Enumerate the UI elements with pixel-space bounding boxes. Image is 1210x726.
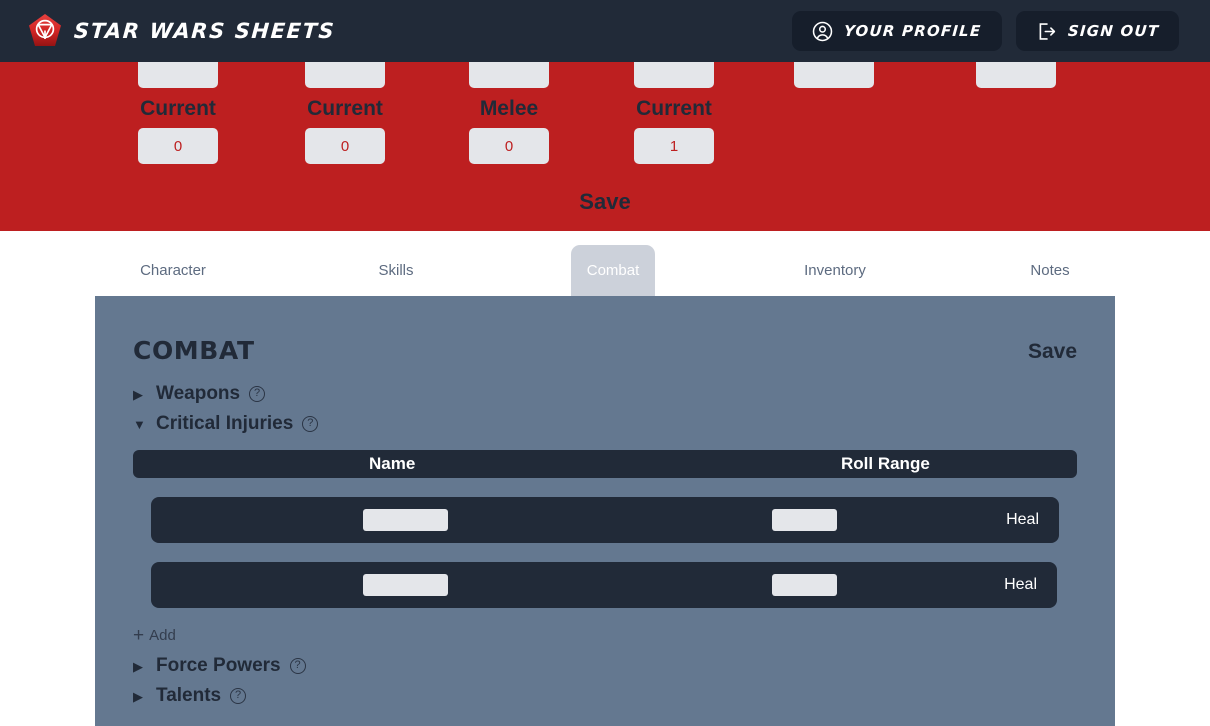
help-icon[interactable]: ? xyxy=(289,658,306,674)
add-critical-injury-button[interactable]: + Add xyxy=(133,625,176,646)
stat-field-0: Current xyxy=(138,52,218,164)
page-title: COMBAT xyxy=(133,336,255,365)
tab-combat[interactable]: Combat xyxy=(571,245,655,296)
tab-skills[interactable]: Skills xyxy=(338,244,454,296)
table-row: Heal xyxy=(151,497,1059,543)
section-force-powers[interactable]: ▶ Force Powers ? xyxy=(133,652,1077,680)
section-critical-injuries[interactable]: ▼ Critical Injuries ? xyxy=(133,410,1077,438)
heal-button[interactable]: Heal xyxy=(1006,511,1039,529)
chevron-right-icon: ▶ xyxy=(133,688,143,704)
tab-inventory[interactable]: Inventory xyxy=(777,244,893,296)
sign-out-icon xyxy=(1039,22,1055,40)
star-wars-sheets-logo-icon xyxy=(29,14,61,46)
user-circle-icon xyxy=(813,21,833,41)
chevron-right-icon: ▶ xyxy=(133,386,143,402)
table-row: Heal xyxy=(151,562,1057,608)
stat-label-3: Current xyxy=(636,97,712,120)
combat-save-button[interactable]: Save xyxy=(1028,340,1077,364)
section-weapons-label: Weapons xyxy=(156,383,241,404)
section-weapons[interactable]: ▶ Weapons ? xyxy=(133,380,1077,408)
help-icon[interactable]: ? xyxy=(230,688,247,704)
brand: STAR WARS SHEETS xyxy=(28,13,337,49)
stat-input-value-2[interactable] xyxy=(469,128,549,164)
stat-field-1: Current xyxy=(305,52,385,164)
stat-field-2: Melee xyxy=(469,52,549,164)
add-label: Add xyxy=(149,627,176,644)
tab-notes[interactable]: Notes xyxy=(992,244,1108,296)
stat-field-3: Current xyxy=(634,52,714,164)
stat-label-0: Current xyxy=(140,97,216,120)
stat-input-value-0[interactable] xyxy=(138,128,218,164)
critical-injury-roll-range-input[interactable] xyxy=(772,509,837,531)
column-header-roll-range: Roll Range xyxy=(841,454,930,473)
column-header-name: Name xyxy=(369,454,416,473)
app-header: STAR WARS SHEETS YOUR PROFILE SIGN OUT xyxy=(0,0,1210,62)
section-talents[interactable]: ▶ Talents ? xyxy=(133,682,1077,710)
heal-button[interactable]: Heal xyxy=(1004,576,1037,594)
chevron-right-icon: ▶ xyxy=(133,658,143,674)
section-critical-injuries-label: Critical Injuries xyxy=(156,413,294,434)
header-actions: YOUR PROFILE SIGN OUT xyxy=(792,11,1179,51)
help-icon[interactable]: ? xyxy=(302,416,319,432)
sign-out-button[interactable]: SIGN OUT xyxy=(1015,11,1179,51)
combat-panel-header: COMBAT Save xyxy=(133,336,1077,380)
critical-injury-roll-range-input[interactable] xyxy=(772,574,837,596)
chevron-down-icon: ▼ xyxy=(133,416,146,432)
tab-character[interactable]: Character xyxy=(115,244,231,296)
brand-title: STAR WARS SHEETS xyxy=(73,19,337,43)
stats-save-button[interactable]: Save xyxy=(0,189,1210,215)
plus-icon: + xyxy=(133,625,145,646)
tab-bar: Character Skills Combat Inventory Notes xyxy=(0,231,1210,296)
your-profile-button[interactable]: YOUR PROFILE xyxy=(792,11,1002,51)
stats-section: Current Current Melee Current Save xyxy=(0,52,1210,231)
stat-input-value-1[interactable] xyxy=(305,128,385,164)
your-profile-label: YOUR PROFILE xyxy=(843,22,983,40)
section-force-powers-label: Force Powers xyxy=(156,655,281,676)
table-body: Heal Heal xyxy=(133,497,1077,608)
combat-panel: COMBAT Save ▶ Weapons ? ▼ Critical Injur… xyxy=(95,296,1115,726)
stat-label-2: Melee xyxy=(479,97,539,120)
stat-input-value-3[interactable] xyxy=(634,128,714,164)
section-talents-label: Talents xyxy=(156,685,222,706)
help-icon[interactable]: ? xyxy=(249,386,266,402)
sign-out-label: SIGN OUT xyxy=(1067,22,1160,40)
critical-injury-name-input[interactable] xyxy=(363,574,448,596)
table-header: Name Roll Range xyxy=(133,450,1077,478)
critical-injury-name-input[interactable] xyxy=(363,509,448,531)
stat-label-1: Current xyxy=(307,97,383,120)
